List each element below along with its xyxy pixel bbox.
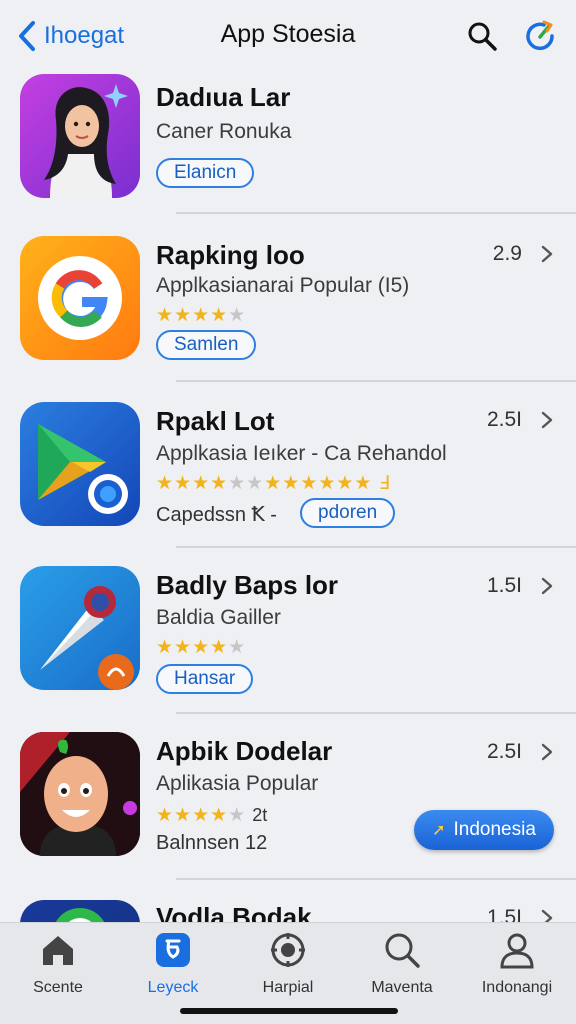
indonesia-button[interactable]: ➚ Indonesia — [414, 810, 554, 850]
account-icon — [500, 933, 534, 969]
rating-value: 1.5I — [486, 574, 522, 597]
tab-label: Leyeck — [147, 979, 199, 996]
chevron-right-icon[interactable] — [540, 908, 554, 922]
rating-value: 2.5I — [486, 408, 522, 431]
star-rating: ★★★★★ — [156, 637, 247, 658]
tab-apps[interactable]: Leyeck — [123, 931, 223, 1011]
star-rating-extra: 2t — [252, 805, 268, 825]
divider — [176, 878, 576, 880]
app-subtitle: Aplikasia Popular — [156, 772, 319, 795]
apps-icon — [156, 933, 190, 967]
app-caption: Balnnsen 12 — [156, 832, 268, 854]
tab-label: Harpial — [262, 979, 314, 996]
nav-header: Ihoegat App Stoesia — [0, 0, 576, 72]
list-item[interactable]: Vodla Bodak 1.5I — [0, 898, 576, 922]
tab-label: Indonangi — [481, 979, 553, 996]
app-action-button[interactable]: Hansar — [156, 664, 254, 694]
divider — [176, 212, 576, 214]
app-action-button[interactable]: pdoren — [300, 498, 396, 528]
list-item[interactable]: Badly Baps lor Baldia Gailler ★★★★★ Hans… — [0, 564, 576, 714]
home-icon — [43, 936, 73, 965]
list-item[interactable]: Rapking loo Applkasianarai Popular (I5) … — [0, 234, 576, 382]
chevron-right-icon[interactable] — [540, 576, 554, 596]
woman-avatar-icon — [20, 74, 140, 198]
list-item[interactable]: Dadıua Lar Caner Ronuka Elanicn — [0, 72, 576, 214]
rating-value: 1.5I — [486, 906, 522, 922]
divider — [176, 380, 576, 382]
chevron-right-icon[interactable] — [540, 244, 554, 264]
star-rating: ★★★★★★★★★★★★ Ⅎ — [156, 473, 391, 494]
tab-search[interactable]: Maventa — [352, 931, 452, 1011]
star-rating: ★★★★★ 2t — [156, 805, 268, 826]
indonesia-button-label: Indonesia — [453, 819, 536, 840]
tab-games[interactable]: Harpial — [238, 931, 338, 1011]
rating-value: 2.9 — [492, 242, 522, 265]
search-icon[interactable] — [466, 20, 498, 52]
app-icon — [20, 900, 140, 922]
app-action-button[interactable]: Elanicn — [156, 158, 255, 188]
rating-value: 2.5I — [486, 740, 522, 763]
home-indicator — [180, 1008, 398, 1014]
app-action-button[interactable]: Samlen — [156, 330, 257, 360]
refresh-icon[interactable] — [522, 18, 558, 54]
google-g-icon — [20, 236, 140, 360]
pin-tool-icon — [20, 566, 140, 690]
app-subtitle: Caner Ronuka — [156, 120, 292, 143]
cartoon-face-icon — [20, 732, 140, 856]
app-subtitle: Applkasia Ieıker - Ca Rehandol — [156, 442, 447, 465]
chevron-right-icon[interactable] — [540, 742, 554, 762]
tab-home[interactable]: Scente — [8, 931, 108, 1011]
app-name: Rpakl Lot — [156, 406, 275, 436]
list-item[interactable]: Apbik Dodelar Aplikasia Popular ★★★★★ 2t … — [0, 730, 576, 880]
list-item[interactable]: Rpakl Lot Applkasia Ieıker - Ca Rehandol… — [0, 400, 576, 548]
app-caption: Capedssn Ꝁ - — [156, 504, 277, 526]
divider — [176, 546, 576, 548]
play-store-icon — [20, 402, 140, 526]
search-icon — [385, 933, 420, 968]
app-name: Rapking loo — [156, 240, 305, 270]
star-rating-extra: ★★★★★★ Ⅎ — [264, 473, 391, 494]
app-subtitle: Applkasianarai Popular (I5) — [156, 274, 410, 297]
app-name: Vodla Bodak — [156, 902, 312, 922]
tab-label: Maventa — [371, 979, 433, 996]
chevron-right-icon[interactable] — [540, 410, 554, 430]
app-subtitle: Baldia Gailler — [156, 606, 281, 629]
divider — [176, 712, 576, 714]
tab-label: Scente — [33, 979, 83, 996]
arrow-icon: ➚ — [432, 822, 446, 839]
app-name: Badly Baps lor — [156, 570, 339, 600]
app-list: Dadıua Lar Caner Ronuka Elanicn Rapking … — [0, 72, 576, 922]
star-rating: ★★★★★ — [156, 305, 247, 326]
app-name: Dadıua Lar — [156, 82, 291, 112]
app-name: Apbik Dodelar — [156, 736, 333, 766]
games-icon — [271, 933, 305, 967]
tab-account[interactable]: Indonangi — [467, 931, 567, 1011]
